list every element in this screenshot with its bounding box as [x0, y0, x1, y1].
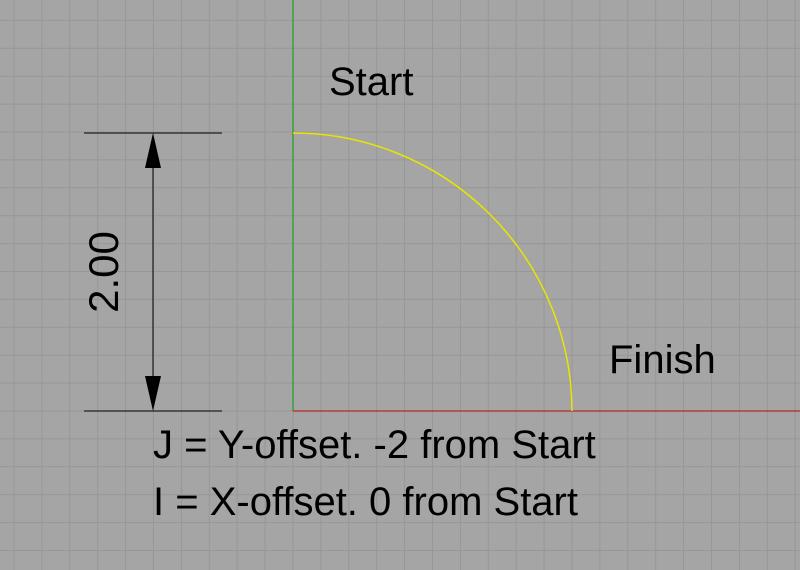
- cad-viewport: Start Finish 2.00 J = Y-offset. -2 from …: [0, 0, 800, 570]
- i-offset-note: I = X-offset. 0 from Start: [153, 480, 578, 524]
- dimension-arrow-down-icon: [145, 376, 161, 411]
- dimension-arrow-up-icon: [145, 133, 161, 168]
- j-offset-note: J = Y-offset. -2 from Start: [153, 423, 596, 467]
- start-label: Start: [329, 60, 414, 104]
- finish-label: Finish: [609, 338, 716, 382]
- dimension-value: 2.00: [80, 231, 127, 313]
